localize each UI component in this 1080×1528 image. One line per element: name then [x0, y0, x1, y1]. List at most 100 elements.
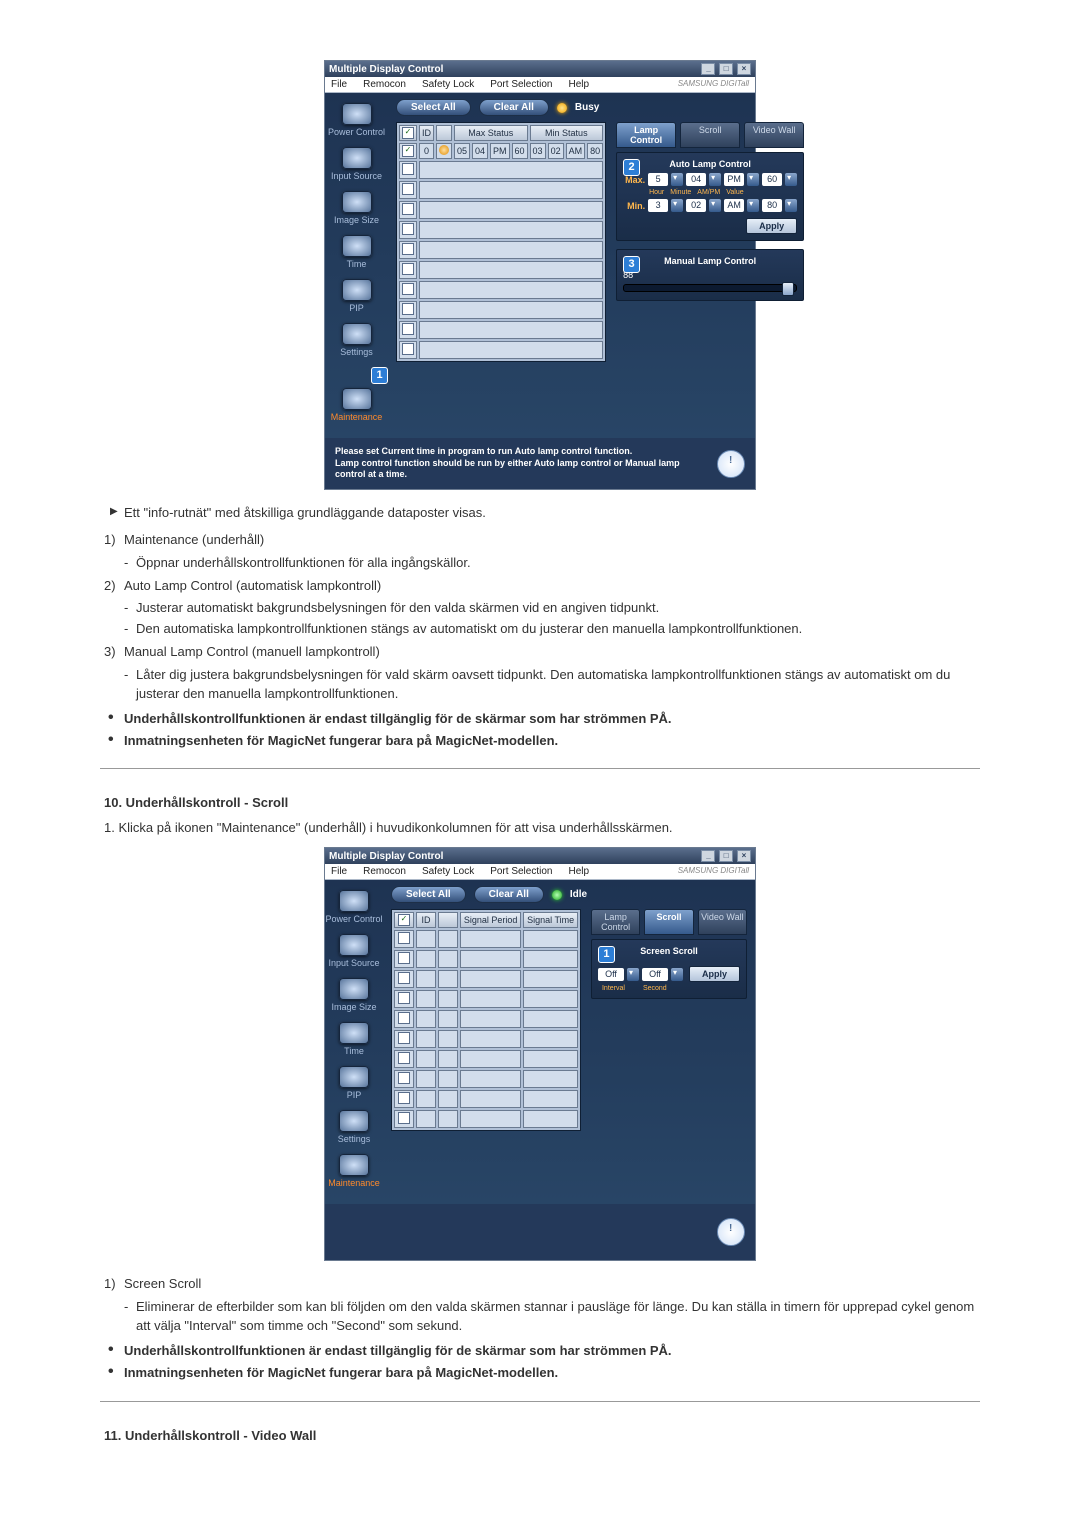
table-row[interactable] — [399, 321, 603, 339]
row-checkbox[interactable] — [402, 263, 414, 275]
select-all-button[interactable]: Select All — [391, 886, 466, 903]
table-row[interactable] — [394, 1010, 578, 1028]
tab-video-wall[interactable]: Video Wall — [698, 909, 747, 935]
tab-lamp-control[interactable]: Lamp Control — [616, 122, 676, 148]
row-checkbox[interactable] — [398, 972, 410, 984]
sidebar-item-image-size[interactable]: Image Size — [325, 191, 388, 225]
sidebar-item-power-control[interactable]: Power Control — [325, 103, 388, 137]
table-row[interactable] — [394, 1090, 578, 1108]
table-row[interactable] — [394, 1050, 578, 1068]
menu-file[interactable]: File — [331, 79, 347, 90]
table-row[interactable] — [399, 261, 603, 279]
row-checkbox[interactable] — [402, 343, 414, 355]
apply-auto-button[interactable]: Apply — [746, 218, 797, 234]
minimize-button[interactable]: _ — [701, 850, 715, 862]
menu-help[interactable]: Help — [568, 866, 589, 877]
table-row[interactable] — [394, 970, 578, 988]
clear-all-button[interactable]: Clear All — [474, 886, 544, 903]
header-checkbox[interactable] — [402, 127, 414, 139]
table-row[interactable] — [394, 1110, 578, 1128]
row-checkbox[interactable] — [398, 1032, 410, 1044]
max-value-select[interactable]: 60 — [762, 173, 782, 186]
min-minute-select[interactable]: 02 — [686, 199, 706, 212]
max-minute-select[interactable]: 04 — [686, 173, 706, 186]
header-checkbox[interactable] — [398, 914, 410, 926]
row-checkbox[interactable] — [398, 1092, 410, 1104]
menu-remocon[interactable]: Remocon — [363, 866, 406, 877]
table-row[interactable] — [399, 301, 603, 319]
chevron-down-icon[interactable] — [627, 968, 639, 981]
table-row[interactable] — [399, 161, 603, 179]
row-checkbox[interactable] — [402, 243, 414, 255]
chevron-down-icon[interactable] — [747, 199, 759, 212]
slider-thumb[interactable] — [782, 282, 794, 296]
chevron-down-icon[interactable] — [747, 173, 759, 186]
sidebar-item-pip[interactable]: PIP — [325, 1066, 383, 1100]
tab-lamp-control[interactable]: Lamp Control — [591, 909, 640, 935]
chevron-down-icon[interactable] — [671, 173, 683, 186]
chevron-down-icon[interactable] — [709, 199, 721, 212]
sidebar-item-input-source[interactable]: Input Source — [325, 147, 388, 181]
tab-video-wall[interactable]: Video Wall — [744, 122, 804, 148]
tab-scroll[interactable]: Scroll — [680, 122, 740, 148]
row-checkbox[interactable] — [398, 992, 410, 1004]
row-checkbox[interactable] — [402, 145, 414, 157]
row-checkbox[interactable] — [402, 203, 414, 215]
menu-help[interactable]: Help — [568, 79, 589, 90]
row-checkbox[interactable] — [402, 223, 414, 235]
menu-port-selection[interactable]: Port Selection — [490, 79, 552, 90]
row-checkbox[interactable] — [402, 323, 414, 335]
chevron-down-icon[interactable] — [785, 173, 797, 186]
row-checkbox[interactable] — [402, 283, 414, 295]
table-row[interactable] — [399, 241, 603, 259]
sidebar-item-time[interactable]: Time — [325, 235, 388, 269]
row-checkbox[interactable] — [398, 932, 410, 944]
menu-safety-lock[interactable]: Safety Lock — [422, 866, 474, 877]
table-row[interactable] — [399, 221, 603, 239]
table-row[interactable] — [394, 990, 578, 1008]
row-checkbox[interactable] — [402, 163, 414, 175]
menu-file[interactable]: File — [331, 866, 347, 877]
table-row[interactable] — [394, 930, 578, 948]
sidebar-item-time[interactable]: Time — [325, 1022, 383, 1056]
sidebar-item-power-control[interactable]: Power Control — [325, 890, 383, 924]
chevron-down-icon[interactable] — [671, 968, 683, 981]
row-checkbox[interactable] — [402, 303, 414, 315]
apply-scroll-button[interactable]: Apply — [689, 966, 740, 982]
max-ampm-select[interactable]: PM — [724, 173, 744, 186]
menu-port-selection[interactable]: Port Selection — [490, 866, 552, 877]
sidebar-item-image-size[interactable]: Image Size — [325, 978, 383, 1012]
row-checkbox[interactable] — [398, 952, 410, 964]
table-row[interactable] — [399, 341, 603, 359]
table-row[interactable] — [399, 181, 603, 199]
menu-remocon[interactable]: Remocon — [363, 79, 406, 90]
sidebar-item-maintenance[interactable]: Maintenance — [325, 1154, 383, 1188]
row-checkbox[interactable] — [398, 1072, 410, 1084]
sidebar-item-maintenance[interactable]: Maintenance — [325, 388, 388, 422]
table-row[interactable] — [394, 1030, 578, 1048]
min-value-select[interactable]: 80 — [762, 199, 782, 212]
min-hour-select[interactable]: 3 — [648, 199, 668, 212]
row-checkbox[interactable] — [398, 1052, 410, 1064]
close-button[interactable]: × — [737, 63, 751, 75]
chevron-down-icon[interactable] — [671, 199, 683, 212]
clear-all-button[interactable]: Clear All — [479, 99, 549, 116]
manual-lamp-slider[interactable] — [623, 284, 797, 292]
tab-scroll[interactable]: Scroll — [644, 909, 693, 935]
min-ampm-select[interactable]: AM — [724, 199, 744, 212]
row-checkbox[interactable] — [398, 1012, 410, 1024]
sidebar-item-input-source[interactable]: Input Source — [325, 934, 383, 968]
table-row[interactable] — [394, 950, 578, 968]
table-row[interactable] — [399, 281, 603, 299]
row-checkbox[interactable] — [398, 1112, 410, 1124]
maximize-button[interactable]: □ — [719, 63, 733, 75]
maximize-button[interactable]: □ — [719, 850, 733, 862]
minimize-button[interactable]: _ — [701, 63, 715, 75]
sidebar-item-settings[interactable]: Settings — [325, 1110, 383, 1144]
table-row[interactable] — [394, 1070, 578, 1088]
table-row[interactable]: 0 05 04 PM 60 03 02 AM 80 — [399, 143, 603, 159]
chevron-down-icon[interactable] — [709, 173, 721, 186]
select-all-button[interactable]: Select All — [396, 99, 471, 116]
interval-select[interactable]: Off — [598, 968, 624, 981]
row-checkbox[interactable] — [402, 183, 414, 195]
